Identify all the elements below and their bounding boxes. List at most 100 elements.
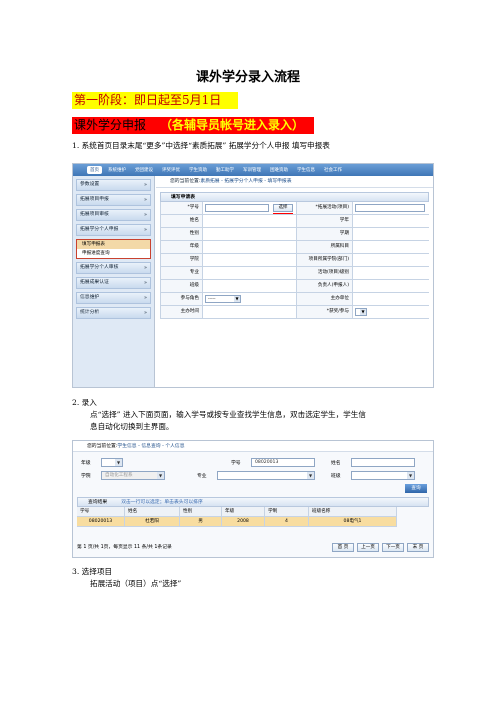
sidebar-item[interactable]: 拓展成果认证 » xyxy=(76,277,151,289)
pager-button[interactable]: 末 页 xyxy=(407,543,429,552)
nav-tab[interactable]: 评奖评优 xyxy=(159,166,183,174)
major-select[interactable]: ▼ xyxy=(217,471,315,480)
sidebar-item[interactable]: 拓展学分个人申报 » xyxy=(76,224,151,236)
table-cell[interactable]: 08电气1 xyxy=(309,517,397,527)
main-panel: 您的当前位置:素质拓展 - 拓展学分个人申报 - 填写申报表 填写申请表 *学号… xyxy=(156,176,433,387)
field-value[interactable] xyxy=(353,293,433,305)
nav-tab[interactable]: 困难资助 xyxy=(267,166,291,174)
pager-button[interactable]: 首 页 xyxy=(332,543,354,552)
field-value[interactable] xyxy=(203,228,297,240)
nav-tab[interactable]: 社会工作 xyxy=(321,166,345,174)
field-label: 所属科目 xyxy=(297,241,353,253)
form-row: 学院 项目所属学院(部门) xyxy=(161,254,429,267)
table-cell[interactable]: 2008 xyxy=(222,517,265,527)
role-select[interactable]: ----- ▼ xyxy=(205,295,241,303)
field-value[interactable]: ----- ▼ xyxy=(203,293,297,305)
sidebar-item[interactable]: 拓展项目审核 » xyxy=(76,209,151,221)
field-label: 姓名 xyxy=(161,215,203,227)
field-value[interactable] xyxy=(203,215,297,227)
field-label: *获奖/参与 xyxy=(297,306,353,318)
field-value[interactable] xyxy=(353,280,433,292)
chevron-down-icon: ▼ xyxy=(307,472,314,479)
field-value[interactable] xyxy=(353,241,433,253)
form-row: 专业 活动(项目)级别 xyxy=(161,267,429,280)
table-cell[interactable]: 男 xyxy=(180,517,222,527)
result-hint: 双击一行可以选定；单击表头可以排序 xyxy=(121,500,203,505)
column-header[interactable]: 学制 xyxy=(265,507,309,517)
breadcrumb: 您的当前位置:素质拓展 - 拓展学分个人申报 - 填写申报表 xyxy=(156,176,433,188)
field-value[interactable] xyxy=(353,267,433,279)
project-field[interactable] xyxy=(355,204,425,212)
field-value[interactable]: 选择 xyxy=(203,202,297,214)
field-label: 项目所属学院(部门) xyxy=(297,254,353,266)
chevron-down-icon: ▼ xyxy=(360,309,366,315)
sidebar-item[interactable]: 参数设置 » xyxy=(76,179,151,191)
column-header[interactable]: 年级 xyxy=(222,507,265,517)
query-button[interactable]: 查询 xyxy=(405,484,427,493)
field-value[interactable] xyxy=(203,280,297,292)
query-row-1: 年级 ▼ 学号 08020013 姓名 xyxy=(73,456,433,469)
nav-tab[interactable]: 勤工助学 xyxy=(213,166,237,174)
class-select[interactable]: ▼ xyxy=(351,471,415,480)
field-value[interactable] xyxy=(353,202,433,214)
column-header[interactable]: 学号 xyxy=(77,507,125,517)
sidebar-submenu: 填写申报表 申报进度查询 xyxy=(76,239,151,259)
step-2-line-1: 点“选择” 进入下面页面，输入学号或按专业查找学生信息，双击选定学生，学生信 xyxy=(90,410,366,419)
double-chevron-icon: » xyxy=(143,265,147,271)
field-label: 学院 xyxy=(161,254,203,266)
sidebar-item[interactable]: 信息维护 » xyxy=(76,292,151,304)
nav-tab[interactable]: 军训管理 xyxy=(240,166,264,174)
table-cell[interactable]: 08020013 xyxy=(77,517,125,527)
field-value[interactable] xyxy=(203,306,297,318)
breadcrumb-path: 素质拓展 - 拓展学分个人申报 - 填写申报表 xyxy=(200,179,292,184)
chevron-down-icon: ▼ xyxy=(157,472,164,479)
select-button[interactable]: 选择 xyxy=(273,204,293,212)
form-row: 性别 学期 xyxy=(161,228,429,241)
nav-tab[interactable]: 学生资助 xyxy=(186,166,210,174)
grade-label: 年级 xyxy=(81,461,91,466)
field-value[interactable]: ▼ xyxy=(353,306,433,318)
nav-tab[interactable]: 党团建设 xyxy=(132,166,156,174)
pager-button[interactable]: 下一页 xyxy=(382,543,404,552)
field-value[interactable] xyxy=(353,254,433,266)
sidebar-sub-fill-form[interactable]: 填写申报表 xyxy=(77,240,150,249)
result-header: 查询结果 双击一行可以选定；单击表头可以排序 xyxy=(77,497,429,507)
column-header[interactable]: 性别 xyxy=(180,507,222,517)
sidebar-item[interactable]: 拓展项目申报 » xyxy=(76,194,151,206)
table-cell[interactable]: 4 xyxy=(265,517,309,527)
field-value[interactable] xyxy=(203,267,297,279)
field-label: 年级 xyxy=(161,241,203,253)
sidebar: 参数设置 » 拓展项目申报 » 拓展项目审核 » 拓展学分个人申报 » 填写申报表 申报进度查… xyxy=(73,176,155,387)
student-id-input[interactable]: 08020013 xyxy=(251,458,315,467)
sidebar-item-label: 信息维护 xyxy=(80,295,100,300)
column-header[interactable]: 姓名 xyxy=(125,507,180,517)
grade-select[interactable]: ▼ xyxy=(101,458,123,467)
column-header[interactable]: 班级名称 xyxy=(309,507,397,517)
result-title: 查询结果 xyxy=(88,500,108,505)
nav-tab[interactable]: 学生信息 xyxy=(294,166,318,174)
table-cell[interactable]: 杜若阳 xyxy=(125,517,180,527)
field-value[interactable] xyxy=(353,215,433,227)
nav-tab[interactable]: 系统维护 xyxy=(105,166,129,174)
double-chevron-icon: » xyxy=(143,182,147,188)
query-row-3: 查询 xyxy=(73,482,433,495)
college-select[interactable]: 自动化工程系 ▼ xyxy=(101,471,165,480)
field-value[interactable] xyxy=(203,241,297,253)
award-select[interactable]: ▼ xyxy=(355,308,367,316)
apply-heading: 课外学分申报 （各辅导员帐号进入录入） xyxy=(72,117,314,134)
field-value[interactable] xyxy=(203,254,297,266)
student-id-label: 学号 xyxy=(231,461,241,466)
form-row: 参与角色 ----- ▼ 主办单位 xyxy=(161,293,429,306)
double-chevron-icon: » xyxy=(143,280,147,286)
student-id-field[interactable] xyxy=(205,204,269,212)
sidebar-item[interactable]: 拓展学分个人审核 » xyxy=(76,262,151,274)
sidebar-item[interactable]: 统计分析 » xyxy=(76,307,151,319)
pager-button[interactable]: 上一页 xyxy=(357,543,379,552)
pager-text: 第 1 页/共 1页，每页显示 11 条/共 1条记录 xyxy=(77,545,172,550)
apply-label: 课外学分申报 xyxy=(74,118,147,132)
class-label: 班级 xyxy=(331,474,341,479)
field-value[interactable] xyxy=(353,228,433,240)
name-input[interactable] xyxy=(351,458,415,467)
sidebar-sub-progress[interactable]: 申报进度查询 xyxy=(77,249,150,258)
nav-tab[interactable]: 首页 xyxy=(87,166,102,174)
